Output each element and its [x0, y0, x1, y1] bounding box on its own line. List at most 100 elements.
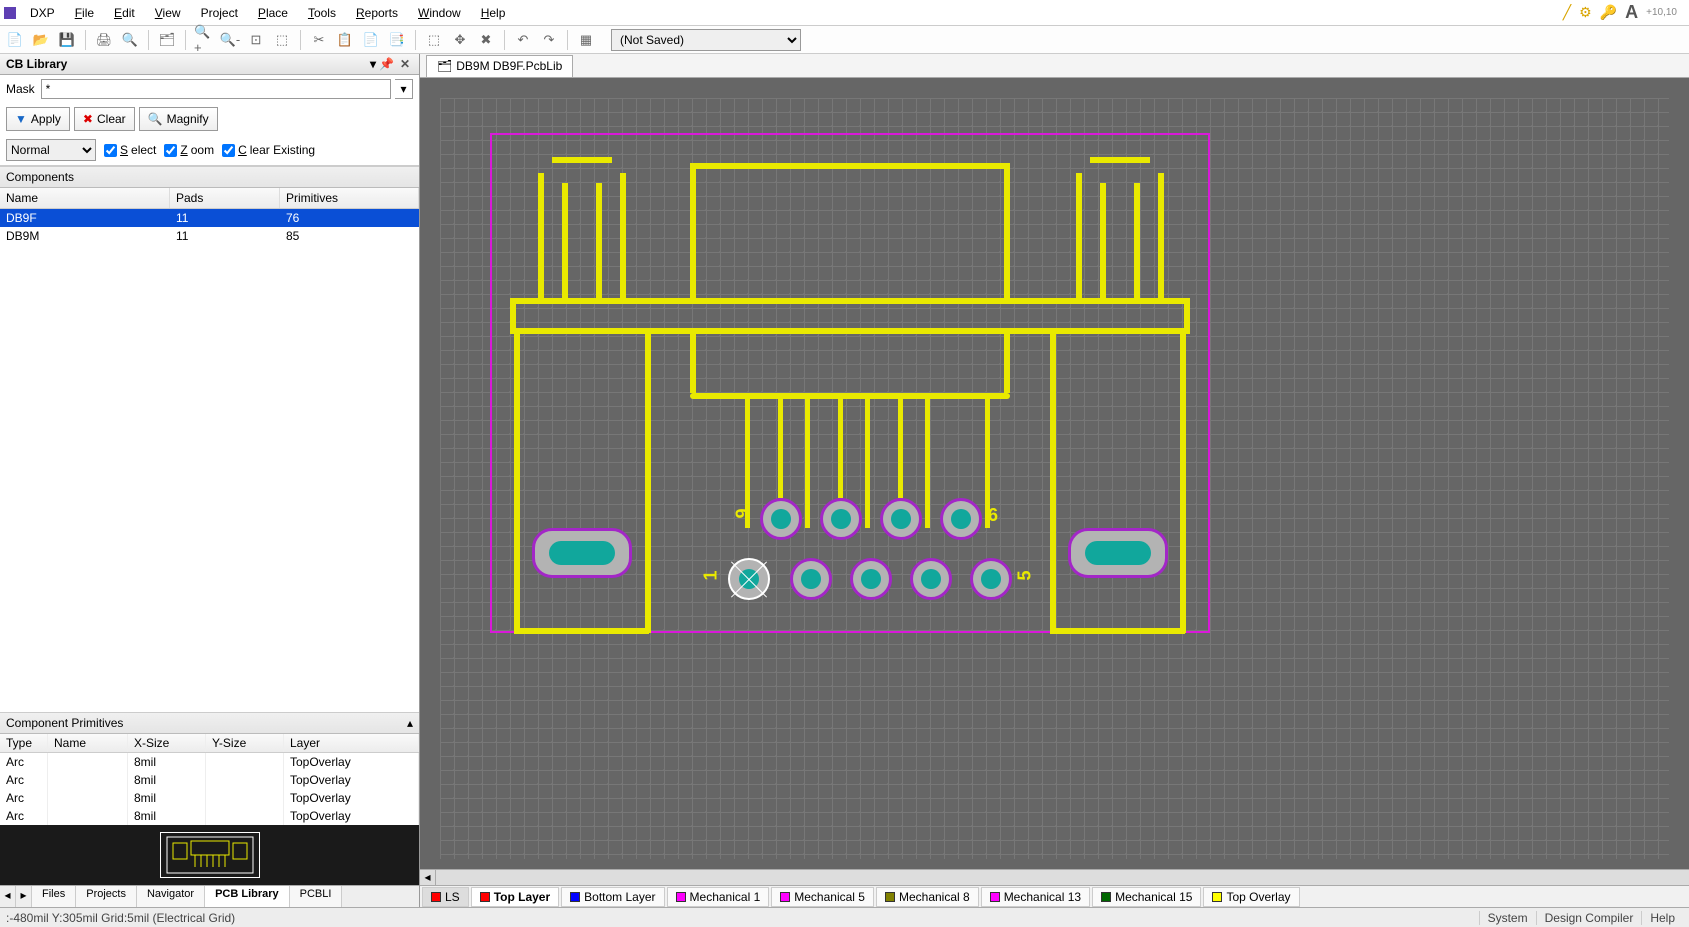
status-system[interactable]: System [1479, 911, 1536, 925]
primitive-row[interactable]: Arc8milTopOverlay [0, 753, 419, 771]
open-icon[interactable]: 📂 [30, 29, 52, 51]
footprint-drawing: 9 6 1 5 [490, 133, 1210, 653]
print-icon[interactable]: 🖨 [93, 29, 115, 51]
layer-swatch-icon [1101, 892, 1111, 902]
layer-tab[interactable]: Top Overlay [1203, 887, 1299, 907]
key-icon[interactable]: 🔑 [1600, 4, 1617, 21]
zoom-fit-icon[interactable]: ⊡ [245, 29, 267, 51]
scroll-left-icon[interactable]: ◂ [420, 870, 436, 885]
menu-place[interactable]: Place [248, 2, 298, 24]
menu-window[interactable]: Window [408, 2, 471, 24]
tab-navigator[interactable]: Navigator [137, 886, 205, 907]
pad [880, 498, 922, 540]
redo-icon[interactable]: ↷ [538, 29, 560, 51]
menu-project[interactable]: Project [191, 2, 248, 24]
layer-tab[interactable]: Mechanical 15 [1092, 887, 1201, 907]
menu-reports[interactable]: Reports [346, 2, 408, 24]
status-help[interactable]: Help [1641, 911, 1683, 925]
layer-swatch-icon [480, 892, 490, 902]
layer-tab[interactable]: LS [422, 887, 469, 907]
text-a-icon[interactable]: A [1625, 2, 1638, 23]
col-primitives[interactable]: Primitives [280, 188, 419, 208]
zoom-in-icon[interactable]: 🔍+ [193, 29, 215, 51]
zoom-select-icon[interactable]: ⬚ [271, 29, 293, 51]
undo-icon[interactable]: ↶ [512, 29, 534, 51]
cross-icon[interactable]: +10,10 [1646, 7, 1677, 18]
tab-prev-icon[interactable]: ◂ [0, 886, 16, 907]
table-row[interactable]: DB9M 11 85 [0, 227, 419, 245]
layer-tab[interactable]: Mechanical 5 [771, 887, 874, 907]
pencil-icon[interactable]: ╱ [1563, 4, 1571, 21]
layer-tab[interactable]: Mechanical 1 [667, 887, 770, 907]
zoom-checkbox[interactable]: Zoom [164, 143, 214, 157]
magnify-button[interactable]: 🔍Magnify [139, 107, 218, 131]
save-icon[interactable]: 💾 [56, 29, 78, 51]
pad [910, 558, 952, 600]
clear-button[interactable]: ✖Clear [74, 107, 135, 131]
document-tab[interactable]: 🗂 DB9M DB9F.PcbLib [426, 55, 573, 77]
status-design-compiler[interactable]: Design Compiler [1536, 911, 1642, 925]
app-logo-icon [4, 7, 16, 19]
tab-pcbli[interactable]: PCBLI [290, 886, 343, 907]
layer-tab[interactable]: Top Layer [471, 887, 559, 907]
panel-title-bar: CB Library ▾ 📌 ✕ [0, 54, 419, 75]
layer-tab[interactable]: Mechanical 13 [981, 887, 1090, 907]
pcb-canvas[interactable]: 9 6 1 5 [420, 78, 1689, 869]
paste-icon[interactable]: 📄 [360, 29, 382, 51]
layer-swatch-icon [431, 892, 441, 902]
components-table-header[interactable]: Name Pads Primitives [0, 188, 419, 209]
primitives-table-header[interactable]: Type Name X-Size Y-Size Layer [0, 734, 419, 753]
copy-icon[interactable]: 📋 [334, 29, 356, 51]
layers-icon[interactable]: 🗂 [156, 29, 178, 51]
menu-tools[interactable]: Tools [298, 2, 346, 24]
mask-input[interactable] [41, 79, 391, 99]
cut-icon[interactable]: ✂ [308, 29, 330, 51]
scroll-up-icon[interactable]: ▴ [407, 716, 413, 730]
menu-view[interactable]: View [145, 2, 191, 24]
clear-existing-checkbox[interactable]: Clear Existing [222, 143, 315, 157]
tab-projects[interactable]: Projects [76, 886, 137, 907]
layer-swatch-icon [1212, 892, 1222, 902]
paste2-icon[interactable]: 📑 [386, 29, 408, 51]
apply-button[interactable]: ▼Apply [6, 107, 70, 131]
mounting-pad [532, 528, 632, 578]
select-rect-icon[interactable]: ⬚ [423, 29, 445, 51]
layer-tabs: LSTop LayerBottom LayerMechanical 1Mecha… [420, 885, 1689, 907]
horizontal-scrollbar[interactable]: ◂ [420, 869, 1689, 885]
tab-files[interactable]: Files [32, 886, 76, 907]
move-icon[interactable]: ✥ [449, 29, 471, 51]
table-row[interactable]: DB9F 11 76 [0, 209, 419, 227]
col-name[interactable]: Name [0, 188, 170, 208]
grid-icon[interactable]: ▦ [575, 29, 597, 51]
close-icon[interactable]: ✕ [397, 57, 413, 71]
menu-file[interactable]: File [65, 2, 104, 24]
menu-edit[interactable]: Edit [104, 2, 145, 24]
layer-tab[interactable]: Bottom Layer [561, 887, 664, 907]
pin-icon[interactable]: 📌 [376, 57, 397, 71]
label-9: 9 [733, 508, 754, 518]
preview-icon[interactable]: 🔍 [119, 29, 141, 51]
mask-dropdown-icon[interactable]: ▾ [395, 79, 413, 99]
menu-dxp[interactable]: DXP [20, 2, 65, 24]
primitive-row[interactable]: Arc8milTopOverlay [0, 807, 419, 825]
mode-select[interactable]: Normal [6, 139, 96, 161]
menu-help[interactable]: Help [471, 2, 516, 24]
col-pads[interactable]: Pads [170, 188, 280, 208]
tab-next-icon[interactable]: ▸ [16, 886, 32, 907]
deselect-icon[interactable]: ✖ [475, 29, 497, 51]
tab-pcb-library[interactable]: PCB Library [205, 886, 290, 907]
panel-title-text: CB Library [6, 57, 67, 71]
gear-icon[interactable]: ⚙ [1579, 4, 1592, 21]
save-state-select[interactable]: (Not Saved) [611, 29, 801, 51]
pad [970, 558, 1012, 600]
layer-tab[interactable]: Mechanical 8 [876, 887, 979, 907]
editor-area: 🗂 DB9M DB9F.PcbLib [420, 54, 1689, 907]
pad [820, 498, 862, 540]
primitives-header: Component Primitives ▴ [0, 712, 419, 734]
new-icon[interactable]: 📄 [4, 29, 26, 51]
zoom-out-icon[interactable]: 🔍- [219, 29, 241, 51]
layer-swatch-icon [570, 892, 580, 902]
primitive-row[interactable]: Arc8milTopOverlay [0, 789, 419, 807]
select-checkbox[interactable]: Select [104, 143, 156, 157]
primitive-row[interactable]: Arc8milTopOverlay [0, 771, 419, 789]
